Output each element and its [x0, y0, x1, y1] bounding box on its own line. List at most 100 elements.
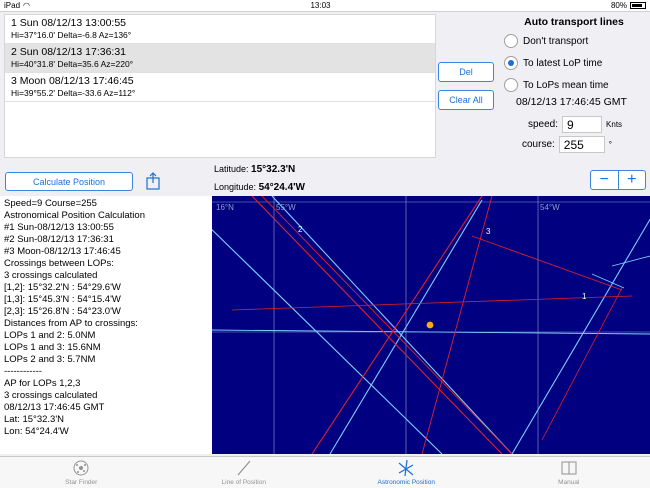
- battery-percent: 80%: [610, 1, 627, 10]
- tab-manual[interactable]: Manual: [488, 457, 650, 488]
- ap-marker: [426, 321, 434, 329]
- tab-label: Star Finder: [65, 479, 98, 486]
- speed-unit: Knts: [606, 120, 623, 129]
- transport-title: Auto transport lines: [524, 16, 624, 28]
- sight-detail: Hi=37°16.0' Delta=-6.8 Az=136°: [11, 30, 132, 40]
- sight-title: 3 Moon 08/12/13 17:46:45: [11, 75, 134, 87]
- sight-title: 1 Sun 08/12/13 13:00:55: [11, 17, 127, 29]
- plot-canvas: 16°N 55°W 54°W 1 2 3: [212, 196, 650, 454]
- lop-plot[interactable]: 16°N 55°W 54°W 1 2 3: [212, 196, 650, 454]
- radio-selected-icon: [504, 56, 518, 70]
- result-line: [2,3]: 15°26.8'N : 54°23.0'W: [4, 306, 121, 317]
- battery-icon: [629, 2, 646, 9]
- del-button[interactable]: Del: [438, 62, 494, 82]
- clear-all-button[interactable]: Clear All: [438, 90, 494, 110]
- zoom-in-button[interactable]: +: [619, 171, 646, 189]
- result-line: 08/12/13 17:46:45 GMT: [4, 402, 105, 413]
- course-row: course: °: [522, 136, 612, 153]
- zoom-out-button[interactable]: −: [591, 171, 619, 189]
- lop-line-1-segment: [611, 255, 650, 267]
- transport-options: Don't transport To latest LoP time To Lo…: [504, 30, 609, 96]
- transport-gmt: 08/12/13 17:46:45 GMT: [516, 96, 627, 108]
- tab-bar: Star Finder Line of Position Astronomic …: [0, 456, 650, 488]
- radio-latest-lop[interactable]: To latest LoP time: [504, 52, 609, 74]
- plot-label-lat: 16°N: [216, 203, 234, 212]
- tab-label: Astronomic Position: [377, 479, 435, 486]
- course-label: course:: [522, 139, 555, 150]
- result-line: [1,2]: 15°32.2'N : 54°29.6'W: [4, 282, 121, 293]
- zoom-control: − +: [590, 170, 646, 190]
- calculate-position-button[interactable]: Calculate Position: [5, 172, 133, 191]
- result-line: Astronomical Position Calculation: [4, 210, 145, 221]
- lop-red-2: [251, 196, 503, 454]
- tab-line-of-position[interactable]: Line of Position: [163, 457, 326, 488]
- tab-label: Line of Position: [221, 479, 266, 486]
- radio-icon: [504, 78, 518, 92]
- radio-label: To LoPs mean time: [523, 79, 609, 91]
- latitude-value: 15°32.3'N: [251, 164, 296, 175]
- sight-row-2[interactable]: 2 Sun 08/12/13 17:36:31 Hi=40°31.8' Delt…: [5, 44, 435, 73]
- star-finder-icon: [73, 460, 89, 476]
- lop-label-3: 3: [486, 227, 491, 236]
- clock: 13:03: [310, 1, 331, 10]
- astronomic-position-icon: [398, 459, 414, 477]
- sight-detail: Hi=40°31.8' Delta=35.6 Az=220°: [11, 59, 134, 69]
- tab-astronomic-position[interactable]: Astronomic Position: [325, 457, 488, 488]
- sight-detail: Hi=39°55.2' Delta=-33.6 Az=112°: [11, 88, 136, 98]
- result-line: Lat: 15°32.3'N: [4, 414, 65, 425]
- lop-red-ap: [231, 295, 633, 311]
- radio-icon: [504, 34, 518, 48]
- results-panel[interactable]: Speed=9 Course=255 Astronomical Position …: [0, 196, 212, 454]
- course-input[interactable]: [558, 136, 605, 153]
- plot-label-lon-left: 55°W: [276, 203, 296, 212]
- result-line: [1,3]: 15°45.3'N : 54°15.4'W: [4, 294, 121, 305]
- result-line: Crossings between LOPs:: [4, 258, 114, 269]
- result-line: LOPs 1 and 3: 15.6NM: [4, 342, 101, 353]
- plot-label-lon-right: 54°W: [540, 203, 560, 212]
- result-line: ------------: [4, 366, 42, 377]
- speed-label: speed:: [528, 119, 559, 130]
- result-line: Lon: 54°24.4'W: [4, 426, 69, 437]
- result-line: Speed=9 Course=255: [4, 198, 97, 209]
- latitude-readout: Latitude: 15°32.3'N: [214, 164, 295, 175]
- sight-row-1[interactable]: 1 Sun 08/12/13 13:00:55 Hi=37°16.0' Delt…: [5, 15, 435, 44]
- result-line: #3 Moon-08/12/13 17:46:45: [4, 246, 121, 257]
- lop-label-1: 1: [582, 292, 587, 301]
- radio-label: To latest LoP time: [523, 57, 603, 69]
- tab-star-finder[interactable]: Star Finder: [0, 457, 163, 488]
- result-line: AP for LOPs 1,2,3: [4, 378, 81, 389]
- device-label: iPad: [4, 1, 21, 10]
- speed-row: speed: Knts: [528, 116, 622, 133]
- result-line: LOPs 1 and 2: 5.0NM: [4, 330, 96, 341]
- sight-list: 1 Sun 08/12/13 13:00:55 Hi=37°16.0' Delt…: [4, 14, 436, 158]
- lop-red-1b: [541, 287, 623, 441]
- share-icon[interactable]: [145, 172, 161, 190]
- result-line: LOPs 2 and 3: 5.7NM: [4, 354, 96, 365]
- lop-red-1: [471, 235, 623, 291]
- result-line: 3 crossings calculated: [4, 390, 98, 401]
- course-unit: °: [608, 140, 612, 149]
- sight-title: 2 Sun 08/12/13 17:36:31: [11, 46, 127, 58]
- lop-red-2b: [261, 196, 513, 454]
- result-line: #2 Sun-08/12/13 17:36:31: [4, 234, 114, 245]
- lop-red-3: [311, 196, 483, 454]
- lop-label-2: 2: [298, 225, 303, 234]
- radio-dont-transport[interactable]: Don't transport: [504, 30, 609, 52]
- speed-input[interactable]: [562, 116, 603, 133]
- lop-line-3: [511, 218, 650, 454]
- tab-label: Manual: [558, 479, 580, 486]
- longitude-readout: Longitude: 54°24.4'W: [214, 182, 305, 193]
- latitude-label: Latitude:: [214, 164, 249, 174]
- result-line: #1 Sun-08/12/13 13:00:55: [4, 222, 114, 233]
- manual-icon: [561, 461, 577, 475]
- sight-row-3[interactable]: 3 Moon 08/12/13 17:46:45 Hi=39°55.2' Del…: [5, 73, 435, 102]
- result-line: Distances from AP to crossings:: [4, 318, 138, 329]
- wifi-icon: ◠: [23, 1, 30, 10]
- status-bar: iPad ◠ 13:03 80%: [0, 0, 650, 12]
- radio-mean-time[interactable]: To LoPs mean time: [504, 74, 609, 96]
- line-of-position-icon: [237, 460, 251, 476]
- radio-label: Don't transport: [523, 35, 589, 47]
- lop-line-2-transported: [271, 196, 513, 454]
- longitude-value: 54°24.4'W: [258, 182, 305, 193]
- result-line: 3 crossings calculated: [4, 270, 98, 281]
